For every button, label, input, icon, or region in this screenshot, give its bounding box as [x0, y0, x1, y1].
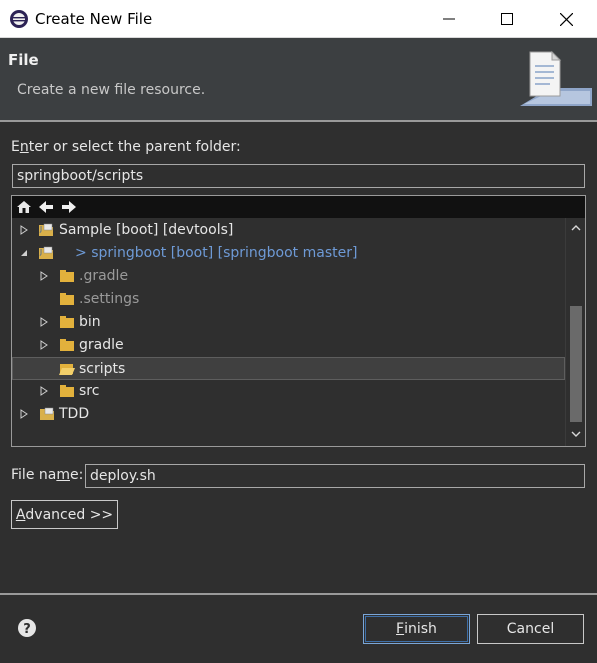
expand-icon[interactable]	[19, 409, 29, 419]
banner-description: Create a new file resource.	[17, 82, 206, 98]
finish-button[interactable]: Finish	[363, 614, 470, 644]
footer-separator	[0, 593, 597, 595]
eclipse-icon	[9, 9, 29, 29]
help-icon[interactable]: ?	[17, 618, 37, 638]
chevron-up-icon	[571, 225, 581, 231]
parent-folder-input[interactable]: springboot/scripts	[12, 164, 585, 188]
home-icon[interactable]	[16, 199, 32, 215]
tree-item-gradle-hidden[interactable]: .gradle	[12, 265, 565, 288]
tree-item-springboot[interactable]: J > springboot [boot] [springboot master…	[12, 242, 565, 265]
svg-text:?: ?	[23, 622, 31, 637]
tree-item-gradle[interactable]: gradle	[12, 334, 565, 357]
project-icon	[40, 407, 54, 420]
tree-item-label: TDD	[59, 406, 90, 422]
tree-item-settings[interactable]: .settings	[12, 288, 565, 311]
tree-item-label: gradle	[79, 337, 124, 353]
advanced-button[interactable]: Advanced >>	[11, 500, 118, 529]
banner-title: File	[8, 51, 39, 69]
tree-item-scripts[interactable]: scripts	[12, 357, 565, 380]
tree-item-label: src	[79, 383, 100, 399]
banner-separator	[0, 120, 597, 122]
folder-open-icon	[59, 364, 75, 375]
svg-text:J: J	[39, 225, 42, 233]
minimize-icon	[443, 18, 455, 20]
forward-arrow-icon[interactable]	[61, 199, 77, 215]
maximize-icon	[501, 13, 513, 25]
close-button[interactable]	[537, 0, 595, 38]
tree-item-label: .settings	[79, 291, 140, 307]
scroll-up-button[interactable]	[566, 220, 586, 236]
window-title: Create New File	[35, 10, 153, 28]
folder-icon	[60, 385, 74, 397]
tree-item-label: Sample [boot] [devtools]	[59, 222, 234, 238]
collapse-icon[interactable]	[19, 248, 29, 258]
project-icon: J	[39, 223, 53, 236]
folder-tree[interactable]: J Sample [boot] [devtools] J > springboo…	[11, 195, 586, 447]
folder-icon	[60, 339, 74, 351]
new-file-wizard-icon	[520, 46, 592, 106]
maximize-button[interactable]	[478, 0, 536, 38]
expand-icon[interactable]	[39, 340, 49, 350]
expand-icon[interactable]	[39, 386, 49, 396]
expand-icon[interactable]	[19, 225, 29, 235]
tree-toolbar	[12, 196, 585, 218]
back-arrow-icon[interactable]	[38, 199, 54, 215]
tree-item-bin[interactable]: bin	[12, 311, 565, 334]
tree-scrollbar[interactable]	[565, 218, 585, 446]
scrollbar-thumb[interactable]	[570, 306, 582, 422]
project-icon: J	[39, 246, 53, 259]
tree-item-label: > springboot [boot] [springboot master]	[75, 245, 358, 261]
tree-item-label: .gradle	[79, 268, 129, 284]
folder-icon	[60, 270, 74, 282]
scroll-down-button[interactable]	[566, 426, 586, 442]
expand-icon[interactable]	[39, 271, 49, 281]
tree-item-sample[interactable]: J Sample [boot] [devtools]	[12, 219, 565, 242]
wizard-banner	[0, 38, 597, 122]
file-name-label: File name:	[11, 467, 84, 483]
tree-item-label: bin	[79, 314, 101, 330]
tree-item-src[interactable]: src	[12, 380, 565, 403]
parent-folder-label: Enter or select the parent folder:	[11, 139, 241, 155]
chevron-down-icon	[571, 431, 581, 437]
tree-item-label: scripts	[79, 361, 126, 377]
folder-icon	[60, 316, 74, 328]
cancel-button[interactable]: Cancel	[477, 614, 584, 644]
expand-icon[interactable]	[39, 317, 49, 327]
close-icon	[559, 12, 573, 26]
folder-icon	[60, 293, 74, 305]
minimize-button[interactable]	[420, 0, 478, 38]
file-name-input[interactable]: deploy.sh	[85, 464, 585, 488]
tree-item-tdd[interactable]: TDD	[12, 403, 565, 426]
svg-text:J: J	[39, 248, 42, 256]
